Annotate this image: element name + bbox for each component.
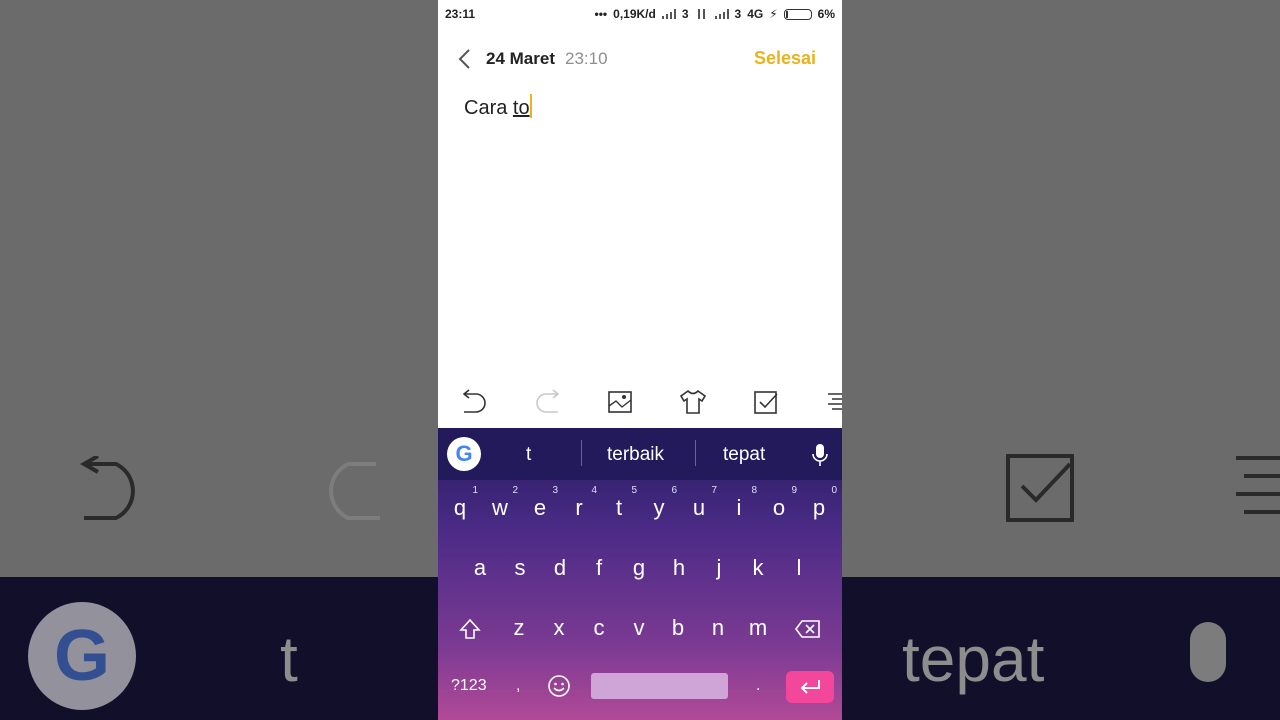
background-mic-icon [1190,622,1226,682]
key-w[interactable]: w2 [482,486,518,528]
space-bar[interactable] [591,673,728,699]
backspace-icon [795,620,820,638]
google-icon[interactable]: G [447,437,481,471]
key-n[interactable]: n [700,608,736,648]
text-cursor [529,94,532,118]
checklist-icon [754,391,778,414]
key-e[interactable]: e3 [522,486,558,528]
background-redo-icon [329,462,380,520]
key-c[interactable]: c [581,608,617,648]
key-j[interactable]: j [701,548,737,588]
background-suggestion-right: tepat [902,623,1045,695]
background-undo-icon [79,456,135,520]
status-bar: 23:11 ••• 0,19K/d 3 3 4G ⚡ 6% [438,0,842,28]
theme-button[interactable] [679,388,707,416]
insert-image-button[interactable] [606,388,634,416]
suggestion-divider [581,440,582,466]
data-arrows-icon [695,9,709,19]
format-icon [828,393,842,410]
key-m[interactable]: m [740,608,776,648]
key-s[interactable]: s [502,548,538,588]
battery-percent: 6% [817,7,835,21]
emoji-icon[interactable] [547,674,571,698]
signal-icon-2 [714,9,729,19]
note-time: 23:10 [565,49,608,68]
status-time: 23:11 [445,7,476,21]
background-google-icon: G [28,602,136,710]
mic-icon[interactable] [812,444,828,466]
enter-icon [800,680,820,694]
comma-key[interactable]: , [516,677,520,695]
backspace-key[interactable] [790,608,826,648]
key-l[interactable]: l [781,548,817,588]
redo-icon [536,389,560,413]
redo-button[interactable] [534,388,562,416]
more-dots-icon: ••• [594,7,608,21]
key-b[interactable]: b [660,608,696,648]
editor-toolbar [438,384,842,420]
key-o[interactable]: o9 [761,486,797,528]
composing-text: to [512,97,530,119]
key-t[interactable]: t5 [601,486,637,528]
period-key[interactable]: . [756,677,760,695]
key-q[interactable]: q1 [442,486,478,528]
done-button[interactable]: Selesai [754,48,816,69]
checklist-button[interactable] [752,388,780,416]
charging-icon: ⚡ [769,7,778,21]
shirt-icon [679,389,707,414]
key-u[interactable]: u7 [681,486,717,528]
key-a[interactable]: a [462,548,498,588]
phone-screen: 23:11 ••• 0,19K/d 3 3 4G ⚡ 6% 24 Maret 2… [438,0,842,720]
signal-icon [661,9,676,19]
key-v[interactable]: v [621,608,657,648]
key-g[interactable]: g [621,548,657,588]
note-header: 24 Maret 23:10 Selesai [438,40,842,78]
shift-key[interactable] [452,608,488,648]
background-checklist-icon [1006,454,1074,522]
note-editor[interactable]: Cara to [464,94,532,120]
sim2-label: 3 [734,7,742,21]
battery-icon [783,8,812,20]
background-suggestion-left: t [280,623,298,695]
enter-key[interactable] [786,671,834,703]
key-d[interactable]: d [542,548,578,588]
key-z[interactable]: z [501,608,537,648]
format-button[interactable] [826,388,842,416]
network-type: 4G [747,7,764,21]
undo-button[interactable] [460,388,488,416]
note-date: 24 Maret [486,49,555,68]
suggestion-1[interactable]: t [526,444,531,466]
symbols-key[interactable]: ?123 [451,677,487,695]
background-format-icon [1236,456,1280,514]
network-speed: 0,19K/d [613,7,656,21]
suggestion-2[interactable]: terbaik [607,444,664,466]
chevron-left-icon [458,49,470,69]
key-k[interactable]: k [740,548,776,588]
undo-icon [462,389,486,413]
key-y[interactable]: y6 [641,486,678,528]
keyboard: G t terbaik tepat q1 w2 e3 r4 t5 y6 u7 i… [438,428,842,720]
key-r[interactable]: r4 [561,486,597,528]
status-right: ••• 0,19K/d 3 3 4G ⚡ 6% [595,7,835,21]
key-x[interactable]: x [541,608,577,648]
note-text: Cara [464,97,513,119]
key-i[interactable]: i8 [721,486,757,528]
key-f[interactable]: f [581,548,617,588]
suggestion-divider [695,440,696,466]
sim1-label: 3 [681,7,689,21]
image-icon [608,391,632,413]
suggestion-bar: G t terbaik tepat [438,428,842,480]
shift-icon [459,618,481,639]
key-p[interactable]: p0 [801,486,837,528]
back-button[interactable] [454,46,476,72]
key-h[interactable]: h [661,548,697,588]
suggestion-3[interactable]: tepat [723,444,765,466]
